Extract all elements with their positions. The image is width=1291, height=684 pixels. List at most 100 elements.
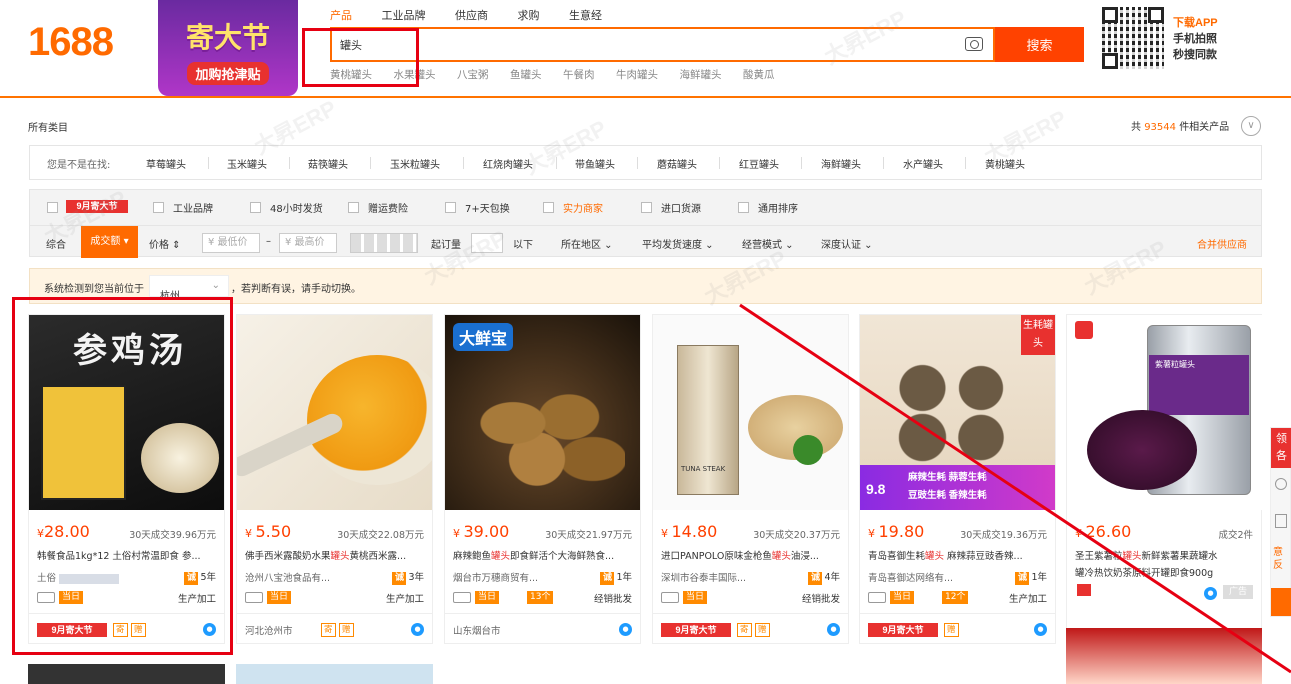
product-card[interactable]: TUNA STEAK ¥ 14.80 30天成交20.37万元 进口PANPOL… (652, 314, 849, 644)
related-item[interactable]: 水产罐头 (903, 156, 943, 171)
product-card[interactable]: 紫薯粒罐头 ¥ 26.60 成交2件 圣王紫薯粒罐头新鲜紫薯果蔬罐水 罐冷热饮奶… (1066, 314, 1262, 644)
sort-price[interactable]: 价格 ⇕ (149, 236, 181, 251)
search-button[interactable]: 搜索 (995, 27, 1084, 62)
doc-icon[interactable] (1275, 514, 1287, 528)
product-card[interactable]: 生耗罐头 9.8 麻辣生耗 蒜蓉生耗 豆豉生耗 香辣生耗 ¥ 19.80 30天… (859, 314, 1056, 644)
city-select[interactable]: 杭州 ⌄ (149, 275, 229, 302)
product-card[interactable]: 大鲜宝 ¥ 39.00 30天成交21.97万元 麻辣鲍鱼罐头即食鲜活个大海鲜熟… (444, 314, 641, 644)
shop-name[interactable]: 深圳市谷泰丰国际... (661, 570, 746, 584)
hot-word[interactable]: 牛肉罐头 (616, 69, 658, 81)
checkbox-import[interactable] (641, 202, 652, 213)
checkbox-7day[interactable] (445, 202, 456, 213)
checkbox-general-sort[interactable] (738, 202, 749, 213)
feedback-label[interactable]: 意 反 (1273, 546, 1289, 572)
related-item[interactable]: 玉米罐头 (227, 156, 267, 171)
city-label: 河北沧州市 (245, 626, 293, 637)
years-value: 4年 (824, 572, 840, 583)
hot-word[interactable]: 海鲜罐头 (680, 69, 722, 81)
sort-default[interactable]: 综合 (46, 236, 66, 251)
checkbox-industrial-brand[interactable] (153, 202, 164, 213)
dropdown-certification[interactable]: 深度认证 ⌄ (821, 236, 873, 251)
count-prefix: 共 (1131, 122, 1141, 133)
product-title[interactable]: 进口PANPOLO原味金枪鱼罐头油浸... (661, 548, 843, 562)
product-image[interactable]: TUNA STEAK (653, 315, 848, 510)
sort-turnover[interactable]: 成交额 ▾ (81, 226, 138, 258)
chat-icon[interactable]: ● (411, 623, 424, 636)
business-mode: 生产加工 (1008, 594, 1047, 605)
chat-icon[interactable]: ● (827, 623, 840, 636)
dropdown-region[interactable]: 所在地区 ⌄ (561, 236, 613, 251)
tab-business-tips[interactable]: 生意经 (569, 9, 602, 22)
product-image[interactable]: 紫薯粒罐头 (1067, 315, 1262, 510)
price-value: 19.80 (878, 522, 925, 541)
checkbox-shipping-insurance[interactable] (348, 202, 359, 213)
dropdown-business-mode[interactable]: 经营模式 ⌄ (742, 236, 794, 251)
side-toolbar[interactable]: 领 各 意 反 (1270, 427, 1291, 617)
hot-word[interactable]: 鱼罐头 (510, 69, 542, 81)
related-item[interactable]: 玉米粒罐头 (390, 156, 440, 171)
corner-label: 生耗罐头 (1021, 315, 1055, 355)
promo-banner[interactable]: 寄大节 加购抢津贴 (158, 0, 298, 96)
sort-row: 综合 成交额 ▾ 价格 ⇕ ¥ 最低价 – ¥ 最高价 起订量 以下 所在地区 … (30, 225, 1261, 258)
shop-name[interactable]: 青岛喜御达网络有... (868, 570, 953, 584)
card-footer: 9月寄大节 寄 赠 ● (653, 613, 848, 644)
abalone-dish (465, 375, 625, 495)
product-title-line2[interactable]: 罐冷热饮奶茶原料开罐即食900g (1075, 565, 1257, 579)
search-input[interactable] (332, 29, 932, 60)
related-item[interactable]: 菇筷罐头 (308, 156, 348, 171)
related-item[interactable]: 红豆罐头 (739, 156, 779, 171)
collapse-icon[interactable]: ∨ (1241, 116, 1261, 136)
all-category-link[interactable]: 所有类目 (28, 119, 68, 134)
product-image-partial[interactable] (236, 664, 433, 684)
price-min-input[interactable]: ¥ 最低价 (202, 233, 260, 253)
checkbox-promo[interactable] (47, 202, 58, 213)
checkbox-power-merchant[interactable] (543, 202, 554, 213)
product-card[interactable]: ¥ 5.50 30天成交22.08万元 佛手西米露酸奶水果罐头黄桃西米露... … (236, 314, 433, 644)
product-price: ¥ 39.00 (453, 522, 510, 541)
related-item[interactable]: 草莓罐头 (146, 156, 186, 171)
shop-name[interactable]: 烟台市万穗商贸有... (453, 570, 538, 584)
product-image[interactable]: 生耗罐头 9.8 麻辣生耗 蒜蓉生耗 豆豉生耗 香辣生耗 (860, 315, 1055, 510)
logo-1688[interactable]: 1688 (28, 20, 114, 65)
banner-line: 麻辣生耗 蒜蓉生耗 (908, 472, 987, 483)
product-title[interactable]: 佛手西米露酸奶水果罐头黄桃西米露... (245, 548, 427, 562)
tab-buying[interactable]: 求购 (518, 9, 540, 22)
count-number: 93544 (1144, 122, 1176, 133)
related-item[interactable]: 黄桃罐头 (985, 156, 1025, 171)
related-item[interactable]: 带鱼罐头 (575, 156, 615, 171)
back-to-top[interactable] (1271, 588, 1291, 616)
tab-supplier[interactable]: 供应商 (455, 9, 488, 22)
product-title[interactable]: 圣王紫薯粒罐头新鲜紫薯果蔬罐水 (1075, 548, 1257, 562)
side-coupon[interactable]: 领 各 (1271, 428, 1291, 468)
product-title[interactable]: 青岛喜御生耗罐头 麻辣蒜豆豉香辣... (868, 548, 1050, 562)
hot-word[interactable]: 酸黄瓜 (743, 69, 775, 81)
dropdown-ship-speed[interactable]: 平均发货速度 ⌄ (642, 236, 714, 251)
hot-word[interactable]: 八宝粥 (457, 69, 489, 81)
product-title[interactable]: 麻辣鲍鱼罐头即食鲜活个大海鲜熟食... (453, 548, 635, 562)
chat-icon[interactable]: ● (1034, 623, 1047, 636)
checkbox-48h[interactable] (250, 202, 261, 213)
product-image[interactable] (237, 315, 432, 510)
related-item[interactable]: 蘑菇罐头 (657, 156, 697, 171)
related-item[interactable]: 海鲜罐头 (821, 156, 861, 171)
product-sold: 成交2件 (1218, 530, 1253, 541)
camera-icon[interactable] (965, 37, 983, 51)
title-part: 新鲜紫薯果蔬罐水 (1141, 551, 1218, 562)
title-part: 黄桃西米露... (349, 551, 407, 562)
shop-name[interactable]: 沧州八宝池食品有... (245, 570, 330, 584)
chat-icon[interactable]: ● (619, 623, 632, 636)
tab-industrial-brand[interactable]: 工业品牌 (382, 9, 426, 22)
product-image-partial[interactable] (28, 664, 225, 684)
price-max-input[interactable]: ¥ 最高价 (279, 233, 337, 253)
product-image-partial[interactable] (1066, 628, 1262, 684)
merge-suppliers-link[interactable]: 合并供应商 (1197, 236, 1247, 251)
hot-word[interactable]: 午餐肉 (563, 69, 595, 81)
headset-icon[interactable] (1275, 478, 1287, 490)
tab-product[interactable]: 产品 (330, 9, 352, 22)
product-image[interactable]: 大鲜宝 (445, 315, 640, 510)
chat-icon[interactable]: ● (1204, 587, 1217, 600)
app-download-text[interactable]: 下载APP 手机拍照 秒搜同款 (1173, 15, 1218, 63)
start-qty-input[interactable] (471, 233, 503, 253)
related-item[interactable]: 红烧肉罐头 (483, 156, 533, 171)
price-distribution-icon[interactable] (350, 233, 418, 253)
